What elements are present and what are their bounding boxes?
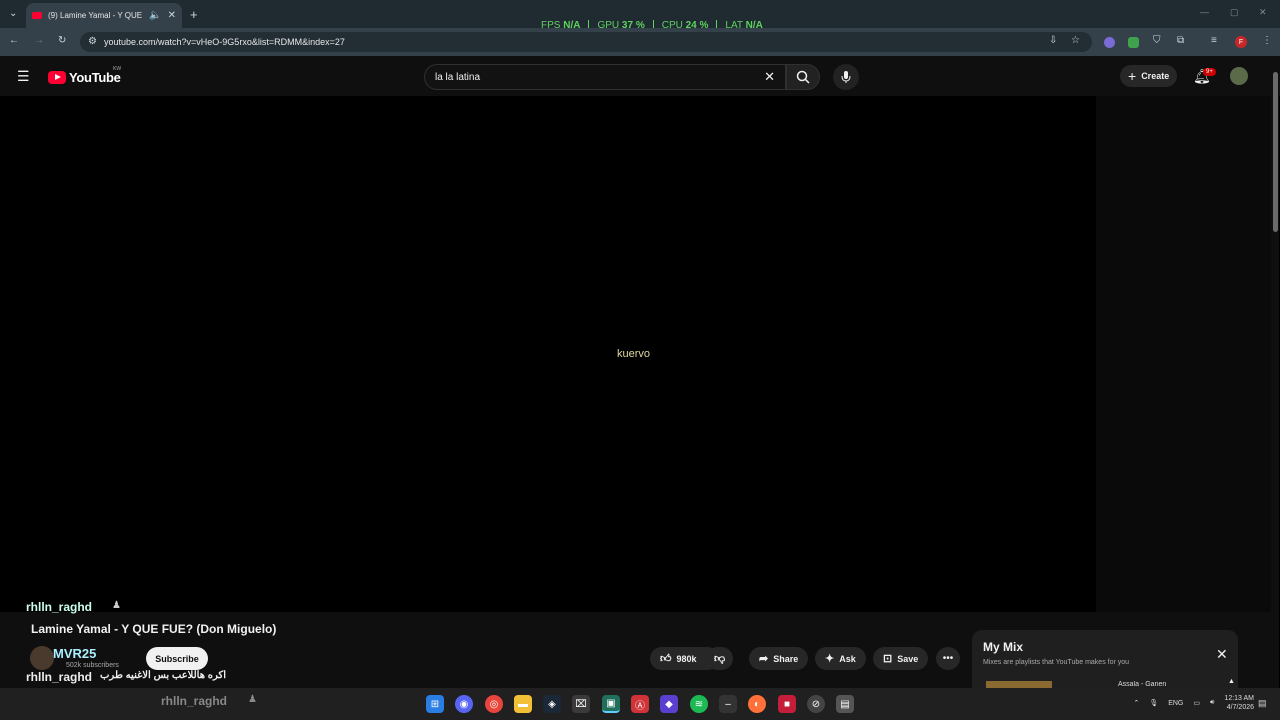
app-icon[interactable]: ▤ — [836, 695, 854, 713]
minimize-icon[interactable]: — — [1200, 8, 1209, 17]
save-button[interactable]: ⊡ Save — [873, 647, 929, 670]
youtube-masthead: ☰ YouTube KW la la latina ✕ + Create 🔔︎ … — [0, 56, 1280, 96]
youtube-play-icon — [48, 71, 66, 84]
chat-username: rhlln_raghd — [26, 600, 93, 614]
channel-avatar[interactable] — [30, 646, 54, 670]
sparkle-icon: ✦ — [825, 653, 835, 665]
bookmark-icon: ⊡ — [883, 653, 893, 665]
volume-icon[interactable]: 🔊︎ — [1210, 699, 1214, 707]
browser-tab-bar: ⌄ (9) Lamine Yamal - Y QUE FUE? 🔈 ✕ + FP… — [0, 0, 1280, 31]
collapse-chevron-icon[interactable]: ▲ — [1228, 678, 1235, 685]
channel-name[interactable]: MVR25 — [53, 646, 96, 661]
plus-icon: + — [1128, 68, 1137, 84]
search-input[interactable]: la la latina ✕ — [424, 64, 786, 90]
tab-close-icon[interactable]: ✕ — [168, 10, 176, 21]
thumbs-down-icon: 👎︎ — [714, 653, 726, 665]
youtube-favicon-icon — [32, 12, 42, 19]
clock[interactable]: 12:13 AM 4/7/2026 — [1224, 694, 1254, 712]
notification-count-badge: 9+ — [1203, 68, 1216, 76]
reload-icon[interactable]: ↻ — [58, 36, 66, 46]
speaker-icon[interactable]: 🔈 — [149, 10, 161, 21]
microphone-tray-icon[interactable]: 🎙︎ — [1149, 699, 1158, 707]
search-button[interactable] — [786, 64, 820, 90]
app-icon[interactable]: ⊘ — [807, 695, 825, 713]
more-dots-icon: ••• — [942, 653, 954, 664]
dislike-button[interactable]: 👎︎ — [706, 647, 734, 670]
extension-icon[interactable] — [1104, 37, 1115, 48]
puzzle-icon[interactable]: ⧉ — [1177, 36, 1184, 46]
maximize-icon[interactable]: ▢ — [1230, 8, 1239, 17]
tab-search-icon[interactable]: ⌄ — [9, 9, 17, 19]
active-app-icon[interactable]: ▣ — [602, 695, 620, 713]
chat-badge-icon: ♟ — [248, 694, 257, 705]
microphone-icon — [841, 71, 851, 83]
notification-center-icon[interactable]: ▤ — [1258, 699, 1267, 708]
install-app-icon[interactable]: ⇩ — [1049, 36, 1057, 46]
my-mix-panel: My Mix Mixes are playlists that YouTube … — [972, 630, 1238, 690]
subscribe-button[interactable]: Subscribe — [146, 647, 208, 670]
thumbs-up-icon: 👍︎ — [660, 653, 672, 665]
network-icon[interactable]: ▭ — [1193, 699, 1200, 707]
subscriber-count: 502k subscribers — [66, 662, 119, 669]
scrollbar-thumb[interactable] — [1273, 72, 1278, 232]
chat-badge-icon: ♟ — [112, 600, 121, 611]
app-icon[interactable]: ◆ — [660, 695, 678, 713]
browser-tab[interactable]: (9) Lamine Yamal - Y QUE FUE? 🔈 ✕ — [26, 3, 182, 28]
tab-list-icon[interactable]: ≡ — [1211, 36, 1217, 46]
guide-menu-icon[interactable]: ☰ — [17, 68, 30, 85]
video-overlay-text: kuervo — [617, 348, 651, 360]
app-icon[interactable]: ⌧ — [572, 695, 590, 713]
page-scrollbar[interactable] — [1271, 60, 1279, 720]
firefox-icon[interactable]: ◐ — [748, 695, 766, 713]
video-title: Lamine Yamal - Y QUE FUE? (Don Miguelo) — [31, 622, 277, 636]
language-indicator[interactable]: ENG — [1168, 700, 1183, 707]
chat-username: rhlln_raghd — [26, 670, 93, 684]
mix-subtitle: Mixes are playlists that YouTube makes f… — [983, 659, 1130, 666]
ask-button[interactable]: ✦ Ask — [815, 647, 866, 670]
search-icon — [796, 70, 810, 84]
forward-icon[interactable]: → — [34, 36, 44, 46]
share-arrow-icon: ➦ — [759, 653, 769, 665]
new-tab-icon[interactable]: + — [190, 8, 198, 21]
discord-icon[interactable]: ◉ — [455, 695, 473, 713]
file-explorer-icon[interactable]: ▬ — [514, 695, 532, 713]
tab-title: (9) Lamine Yamal - Y QUE FUE? — [48, 11, 143, 20]
app-icon[interactable]: – — [719, 695, 737, 713]
clear-search-icon[interactable]: ✕ — [764, 69, 775, 85]
create-button[interactable]: + Create — [1120, 65, 1178, 87]
tray-overflow-icon[interactable]: ⌃ — [1133, 699, 1139, 707]
system-tray: ⌃ 🎙︎ ENG ▭ 🔊︎ 12:13 AM 4/7/2026 — [1133, 694, 1254, 712]
menu-kebab-icon[interactable]: ⋮ — [1262, 36, 1272, 46]
mix-title: My Mix — [983, 640, 1024, 654]
youtube-logo[interactable]: YouTube KW — [48, 66, 121, 85]
spotify-icon[interactable]: ≋ — [690, 695, 708, 713]
browser-toolbar: ← → ↻ ⚙ youtube.com/watch?v=vHeO-9G5rxo&… — [0, 28, 1280, 56]
back-icon[interactable]: ← — [9, 36, 19, 46]
site-info-icon[interactable]: ⚙ — [88, 36, 97, 47]
address-bar[interactable]: ⚙ youtube.com/watch?v=vHeO-9G5rxo&list=R… — [80, 32, 1092, 52]
chrome-icon[interactable]: ◎ — [485, 695, 503, 713]
profile-icon[interactable]: F — [1235, 36, 1247, 48]
window-close-icon[interactable]: ✕ — [1259, 8, 1267, 17]
more-actions-button[interactable]: ••• — [936, 647, 960, 670]
app-icon[interactable]: ■ — [778, 695, 796, 713]
steam-icon[interactable]: ◈ — [543, 695, 561, 713]
url-text: youtube.com/watch?v=vHeO-9G5rxo&list=RDM… — [104, 37, 345, 47]
account-avatar[interactable] — [1230, 67, 1248, 85]
mix-close-icon[interactable]: ✕ — [1216, 646, 1228, 663]
extension-icon[interactable] — [1128, 37, 1139, 48]
video-player[interactable] — [0, 96, 1096, 612]
bookmark-star-icon[interactable]: ☆ — [1071, 36, 1080, 46]
windows-start-icon[interactable]: ⊞ — [426, 695, 444, 713]
chat-message-text: اكره هاللاعب بس الاغنيه طرب — [100, 670, 227, 681]
video-side-gradient — [1096, 96, 1272, 612]
app-icon[interactable]: Ⓐ — [631, 695, 649, 713]
share-button[interactable]: ➦ Share — [749, 647, 809, 670]
chat-message: rhlln_raghd اكره هاللاعب بس الاغنيه طرب — [26, 670, 226, 684]
shield-icon[interactable]: ⛉ — [1153, 36, 1161, 46]
chat-username-overlay: rhlln_raghd — [161, 694, 228, 708]
voice-search-button[interactable] — [833, 64, 859, 90]
